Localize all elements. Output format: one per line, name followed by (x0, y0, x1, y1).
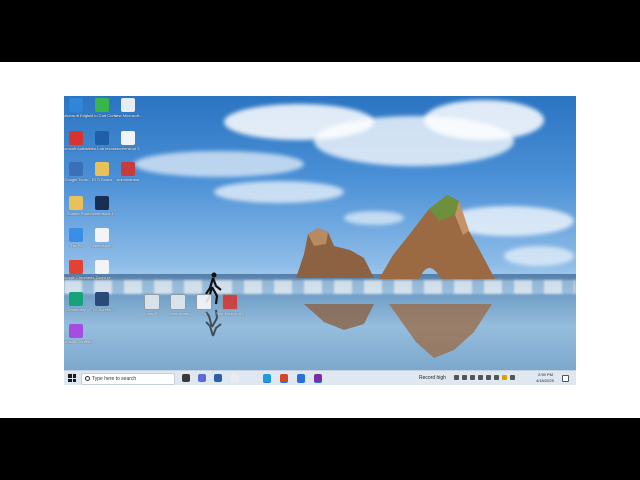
volume-icon[interactable] (486, 375, 491, 380)
search-placeholder: Type here to search (92, 376, 137, 382)
dragged-file-label: Tour Microsoft 2 (215, 311, 245, 316)
taskbar-search-box[interactable]: Type here to search (81, 373, 175, 385)
taskbar-clock-time[interactable]: 2:59 PM (538, 372, 553, 377)
search-icon (85, 376, 90, 382)
mail-taskbar-icon[interactable] (214, 374, 222, 382)
sea-rock-small (296, 228, 374, 278)
screenshot2-desktop-icon[interactable]: Screenshot 2 (86, 228, 118, 248)
onenote-taskbar-icon[interactable] (314, 374, 322, 383)
desktop-icon-label: New Microsoft... (113, 113, 143, 118)
dragged-file-4-icon[interactable]: Tour Microsoft 2 (214, 294, 246, 316)
desktop-icon-label: Screenshot 2 (90, 243, 114, 248)
file-taskbar-icon[interactable] (231, 374, 239, 382)
surf-line (64, 280, 576, 294)
network-icon[interactable] (462, 375, 467, 380)
windows-start-icon[interactable] (68, 374, 76, 382)
cloud-icon[interactable] (470, 375, 475, 380)
document-desktop-icon[interactable]: New Microsoft... (112, 98, 144, 118)
chevron-up-icon[interactable] (454, 375, 459, 380)
desktop-icon-label: ETG Screen... (89, 307, 115, 312)
desktop-icon-label: ex-Zoom re... (90, 275, 114, 280)
notepad-desktop-icon[interactable]: screenshot 3 (112, 131, 144, 151)
app-taskbar-icon[interactable] (297, 374, 305, 383)
record-high-widget[interactable]: Record high (419, 375, 446, 381)
screenshot-desktop-icon[interactable]: Screenshot 1 (86, 196, 118, 216)
copilot-taskbar-icon[interactable] (198, 374, 206, 382)
desktop-icon-label: Adminstrator (116, 177, 140, 182)
rock-reflection (304, 304, 492, 358)
sea-rock-arch (379, 195, 495, 279)
settings-icon[interactable] (478, 375, 483, 380)
edge-taskbar-icon[interactable] (263, 374, 271, 383)
desktop-icon-label: Screenshot 1 (90, 211, 114, 216)
screenshot3-desktop-icon[interactable]: ETG Screen... (86, 292, 118, 312)
pen-icon[interactable] (502, 375, 507, 380)
powerpoint-taskbar-icon[interactable] (280, 374, 288, 383)
desktop-icon-label: screenshot 3 (116, 146, 140, 151)
desktop-wallpaper: Microsoft EdgeAdd to Cart ContentsNew Mi… (64, 96, 576, 370)
colorful-app-desktop-icon[interactable]: Microsoft Content Services (64, 324, 92, 344)
desktop-icon-label: Microsoft Content Services (64, 339, 92, 344)
app-desktop-icon[interactable]: Adminstrator (112, 162, 144, 182)
file-desktop-icon[interactable]: ex-Zoom re... (86, 260, 118, 280)
taskbar-clock-date[interactable]: 4/18/2025 (536, 378, 554, 383)
battery-icon[interactable] (494, 375, 499, 380)
task-view-taskbar-icon[interactable] (182, 374, 190, 382)
wifi-icon[interactable] (510, 375, 515, 380)
taskbar: Type here to search Record high 2:59 PM … (64, 370, 576, 385)
notification-icon[interactable] (562, 375, 569, 382)
